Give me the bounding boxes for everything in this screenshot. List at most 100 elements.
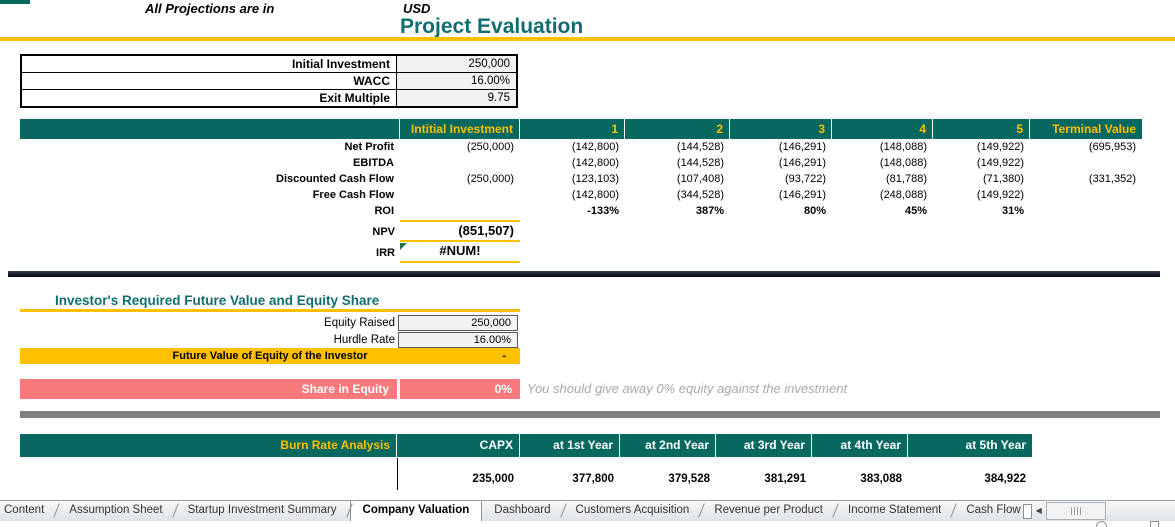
table-row-roi: ROI -133% 387% 80% 45% 31% [20,203,1142,219]
assumption-label: WACC [22,73,397,89]
value-cell: (71,380) [983,173,1024,185]
npv-value-cell[interactable]: (851,507) [400,220,520,242]
value-cell: (146,291) [778,157,826,169]
future-value-label: Future Value of Equity of the Investor [172,350,368,362]
table-row-ebitda: EBITDA (142,800) (144,528) (146,291) (14… [20,155,1142,171]
sheet-tab-company-valuation[interactable]: Company Valuation [349,501,483,521]
value-cell: (123,103) [571,173,619,185]
value-cell: (93,722) [785,173,826,185]
value-cell: (331,352) [1088,173,1136,185]
sheet-tab-bar: Content Assumption Sheet Startup Investm… [0,500,1175,521]
burn-rate-table: Burn Rate Analysis CAPX at 1st Year at 2… [20,434,1032,457]
value-cell: 45% [904,205,927,217]
projection-table-header: Intitial Investment 1 2 3 4 5 Terminal V… [20,119,1142,139]
sheet-tab-assumption-sheet[interactable]: Assumption Sheet [57,501,174,521]
sheet-tab-income-statement[interactable]: Income Statement [836,501,953,521]
column-header-year-1: 1 [520,119,625,139]
chevron-left-icon: ◀ [1035,506,1042,515]
value-cell: 384,922 [984,473,1026,485]
row-label: Free Cash Flow [312,189,394,201]
value-cell: (146,291) [778,141,826,153]
sheet-tab-cash-flow[interactable]: Cash Flow [954,501,1022,521]
error-indicator-icon [400,243,407,250]
hurdle-rate-input-cell[interactable]: 16.00% [398,332,518,348]
sheet-tab-content[interactable]: Content [0,501,56,521]
tabs-scroll-left-button[interactable]: ◀ [1032,501,1046,521]
hurdle-rate-label: Hurdle Rate [333,334,395,346]
section-divider-gray [20,411,1160,418]
scrollbar-grip-icon [1076,507,1078,515]
value-cell: 377,800 [572,473,614,485]
value-cell: 80% [803,205,826,217]
column-header-4th-year: at 4th Year [812,434,908,457]
sheet-tab-dashboard[interactable]: Dashboard [482,501,562,521]
value-cell: (142,800) [571,189,619,201]
column-header-2nd-year: at 2nd Year [620,434,716,457]
share-in-equity-row: Share in Equity 0% [20,379,520,399]
value-cell [1030,187,1142,203]
investor-section-title: Investor's Required Future Value and Equ… [55,293,380,308]
section-divider-dark [8,271,1160,277]
value-cell: 31% [1001,205,1024,217]
value-cell: 387% [695,205,724,217]
empty-cell [20,469,397,489]
assumptions-table: Initial Investment 250,000 WACC 16.00% E… [20,54,518,108]
share-in-equity-label: Share in Equity [20,379,397,399]
value-cell: (146,291) [778,189,826,201]
assumption-row: WACC 16.00% [22,72,516,89]
scrollbar-grip-icon [1073,507,1075,515]
initial-investment-input-cell[interactable]: 250,000 [397,56,516,72]
value-cell: (144,528) [676,141,724,153]
row-label: ROI [374,205,394,217]
exit-multiple-input-cell[interactable]: 9.75 [397,90,516,106]
burn-rate-title: Burn Rate Analysis [20,434,397,457]
share-in-equity-value-cell[interactable]: 0% [400,379,520,399]
value-cell [1030,203,1142,219]
column-header-terminal-value: Terminal Value [1052,122,1136,136]
column-header-capx: CAPX [397,434,520,457]
irr-label: IRR [376,247,395,259]
column-header-year-2: 2 [625,119,730,139]
assumption-label: Exit Multiple [22,90,397,106]
wacc-input-cell[interactable]: 16.00% [397,73,516,89]
status-bar-partial-icon [1150,521,1159,527]
burn-rate-header: Burn Rate Analysis CAPX at 1st Year at 2… [20,434,1032,457]
npv-label: NPV [372,226,395,238]
header-spacer [20,119,400,139]
value-cell [400,155,520,171]
corner-accent-bar [0,0,30,4]
column-header-5th-year: at 5th Year [965,438,1026,452]
column-header-year-3: 3 [730,119,832,139]
sheet-tab-customers-acquisition[interactable]: Customers Acquisition [564,501,702,521]
value-cell [400,187,520,203]
equity-raised-input-cell[interactable]: 250,000 [398,315,518,331]
currency-value: USD [403,1,431,16]
value-cell: (149,922) [976,141,1024,153]
share-in-equity-note: You should give away 0% equity against t… [527,381,848,396]
sheet-tab-startup-investment-summary[interactable]: Startup Investment Summary [176,501,349,521]
value-cell: (250,000) [466,173,514,185]
value-cell: (149,922) [976,189,1024,201]
assumption-label: Initial Investment [22,56,397,72]
table-row-discounted-cash-flow: Discounted Cash Flow (250,000) (123,103)… [20,171,1142,187]
value-cell: (248,088) [879,189,927,201]
tab-split-handle[interactable] [1022,504,1032,519]
row-label: Discounted Cash Flow [276,173,394,185]
assumption-row: Initial Investment 250,000 [22,56,516,72]
column-header-1st-year: at 1st Year [520,434,620,457]
scrollbar-grip-icon [1079,507,1081,515]
irr-value-cell[interactable]: #NUM! [400,242,520,263]
investor-section-underline [20,309,520,312]
spreadsheet-company-valuation: All Projections are in USD Project Evalu… [0,0,1175,527]
zoom-control-partial-icon [1096,521,1107,527]
sheet-tab-revenue-per-product[interactable]: Revenue per Product [702,501,835,521]
column-header-initial-investment: Intitial Investment [400,119,520,139]
value-cell: (81,788) [886,173,927,185]
horizontal-scrollbar[interactable] [1045,502,1106,520]
page-title: Project Evaluation [400,15,584,38]
value-cell: 383,088 [860,473,902,485]
value-cell: 379,528 [668,473,710,485]
future-value-amount: - [502,350,506,362]
projection-table: Intitial Investment 1 2 3 4 5 Terminal V… [20,119,1142,219]
value-cell: (695,953) [1088,141,1136,153]
